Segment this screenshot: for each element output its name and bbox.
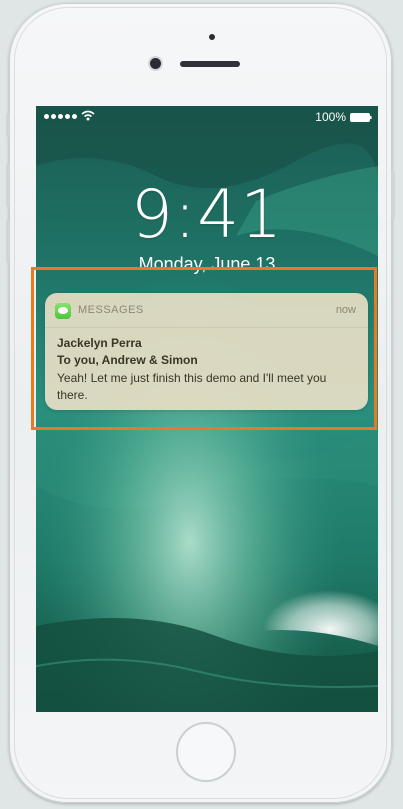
- proximity-sensor: [209, 34, 215, 40]
- status-bar: 100%: [36, 106, 378, 128]
- mute-switch[interactable]: [6, 113, 10, 137]
- signal-dots-icon: [44, 114, 77, 119]
- lock-screen-time: 9:41: [130, 176, 284, 253]
- wifi-icon: [81, 110, 95, 121]
- volume-down-button[interactable]: [6, 219, 10, 263]
- earpiece-speaker: [180, 61, 240, 67]
- battery-icon: [350, 113, 372, 122]
- home-button[interactable]: [176, 722, 236, 782]
- notification-highlight-box: [31, 267, 377, 430]
- volume-up-button[interactable]: [6, 163, 10, 207]
- power-button[interactable]: [391, 171, 395, 219]
- front-camera-icon: [150, 58, 161, 69]
- battery-percentage: 100%: [315, 110, 346, 124]
